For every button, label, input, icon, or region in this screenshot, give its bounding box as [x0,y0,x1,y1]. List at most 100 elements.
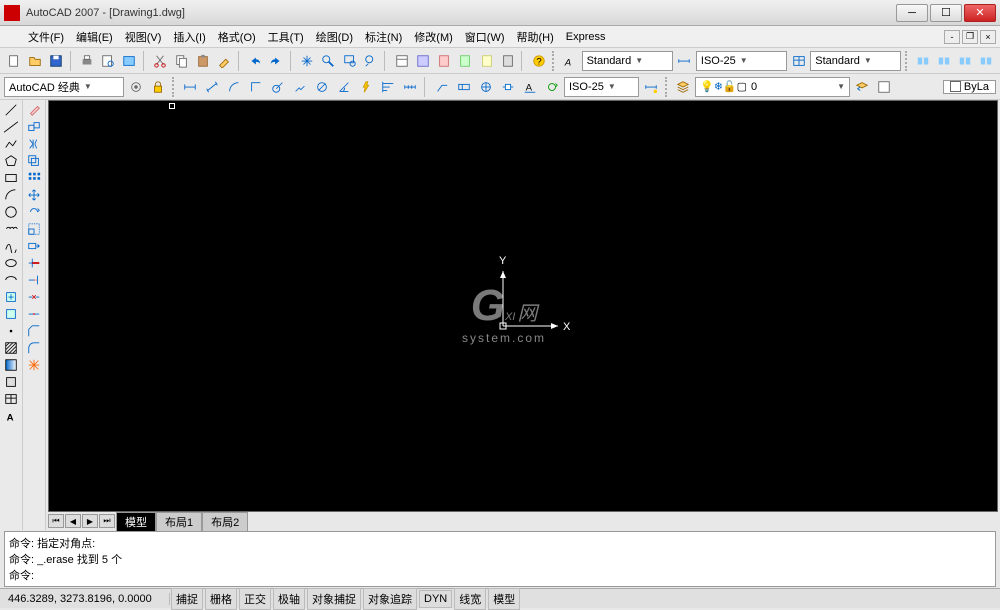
tab-prev-button[interactable]: ◀ [65,514,81,528]
revcloud-button[interactable] [1,221,21,237]
dim-baseline-button[interactable] [378,77,398,97]
block-tool-3[interactable] [956,51,975,71]
workspace-lock-button[interactable] [148,77,168,97]
menu-window[interactable]: 窗口(W) [459,27,511,47]
grid-toggle[interactable]: 栅格 [205,588,237,610]
open-button[interactable] [25,51,44,71]
chamfer-button[interactable] [24,323,44,339]
menu-help[interactable]: 帮助(H) [511,27,560,47]
polar-toggle[interactable]: 极轴 [273,588,305,610]
dim-leader-button[interactable] [432,77,452,97]
coordinates-readout[interactable]: 446.3289, 3273.8196, 0.0000 [0,593,170,605]
dim-linear-button[interactable] [180,77,200,97]
close-button[interactable]: ✕ [964,4,996,22]
circle-button[interactable] [1,204,21,220]
text-style-icon[interactable]: A [560,51,579,71]
array-button[interactable] [24,170,44,186]
publish-button[interactable] [120,51,139,71]
osnap-toggle[interactable]: 对象捕捉 [307,588,361,610]
new-button[interactable] [4,51,23,71]
sheet-set-button[interactable] [456,51,475,71]
dim-arc-button[interactable] [224,77,244,97]
menu-dimension[interactable]: 标注(N) [359,27,408,47]
join-button[interactable] [24,306,44,322]
design-center-button[interactable] [413,51,432,71]
dim-quick-button[interactable] [356,77,376,97]
dim-diameter-button[interactable] [312,77,332,97]
snap-toggle[interactable]: 捕捉 [171,588,203,610]
menu-draw[interactable]: 绘图(D) [310,27,359,47]
maximize-button[interactable]: ☐ [930,4,962,22]
ellipse-button[interactable] [1,255,21,271]
offset-button[interactable] [24,153,44,169]
tab-next-button[interactable]: ▶ [82,514,98,528]
save-button[interactable] [46,51,65,71]
print-button[interactable] [77,51,96,71]
zoom-window-button[interactable] [340,51,359,71]
extend-button[interactable] [24,272,44,288]
block-tool-4[interactable] [977,51,996,71]
workspace-settings-button[interactable] [126,77,146,97]
menu-file[interactable]: 文件(F) [22,27,70,47]
dim-textedit-button[interactable]: A [520,77,540,97]
scale-button[interactable] [24,221,44,237]
gradient-button[interactable] [1,357,21,373]
redo-button[interactable] [267,51,286,71]
otrack-toggle[interactable]: 对象追踪 [363,588,417,610]
region-button[interactable] [1,374,21,390]
insert-block-button[interactable] [1,289,21,305]
match-props-button[interactable] [214,51,233,71]
pan-button[interactable] [298,51,317,71]
break-button[interactable] [24,289,44,305]
properties-button[interactable] [392,51,411,71]
block-tool-2[interactable] [935,51,954,71]
move-button[interactable] [24,187,44,203]
print-preview-button[interactable] [99,51,118,71]
trim-button[interactable] [24,255,44,271]
workspace-combo[interactable]: AutoCAD 经典▼ [4,77,124,97]
bylayer-checkbox[interactable]: ByLa [943,80,996,94]
explode-button[interactable] [24,357,44,373]
layer-manager-button[interactable] [673,77,693,97]
mirror-button[interactable] [24,136,44,152]
command-line[interactable]: 命令: 指定对角点: 命令: _.erase 找到 5 个 命令: [4,531,996,587]
table-button[interactable] [1,391,21,407]
lwt-toggle[interactable]: 线宽 [454,588,486,610]
dim-style-button[interactable] [641,77,661,97]
arc-button[interactable] [1,187,21,203]
zoom-previous-button[interactable] [361,51,380,71]
dim-tolerance-button[interactable] [454,77,474,97]
model-toggle[interactable]: 模型 [488,588,520,610]
xline-button[interactable] [1,119,21,135]
tab-layout1[interactable]: 布局1 [156,512,202,531]
dim-continue-button[interactable] [400,77,420,97]
dim-update-button[interactable] [542,77,562,97]
rectangle-button[interactable] [1,170,21,186]
dim-style-icon[interactable] [675,51,694,71]
text-style-combo[interactable]: Standard▼ [582,51,673,71]
layer-states-button[interactable] [874,77,894,97]
rotate-button[interactable] [24,204,44,220]
layer-combo[interactable]: 💡❄🔓▢ 0▼ [695,77,850,97]
copy-button[interactable] [172,51,191,71]
dim-ordinate-button[interactable] [246,77,266,97]
drawing-canvas[interactable]: G XI 网 system.com X Y [48,100,998,512]
tab-last-button[interactable]: ⏭ [99,514,115,528]
block-tool-1[interactable] [913,51,932,71]
help-button[interactable]: ? [529,51,548,71]
calc-button[interactable] [498,51,517,71]
cut-button[interactable] [151,51,170,71]
table-style-icon[interactable] [789,51,808,71]
layer-prev-button[interactable] [852,77,872,97]
table-style-combo[interactable]: Standard▼ [810,51,901,71]
dim-style-combo[interactable]: ISO-25▼ [696,51,787,71]
menu-format[interactable]: 格式(O) [212,27,262,47]
dim-edit-button[interactable] [498,77,518,97]
dim-radius-button[interactable] [268,77,288,97]
menu-view[interactable]: 视图(V) [119,27,168,47]
dim-jogged-button[interactable] [290,77,310,97]
dim-center-button[interactable] [476,77,496,97]
doc-minimize-button[interactable]: - [944,30,960,44]
undo-button[interactable] [245,51,264,71]
doc-restore-button[interactable]: ❐ [962,30,978,44]
